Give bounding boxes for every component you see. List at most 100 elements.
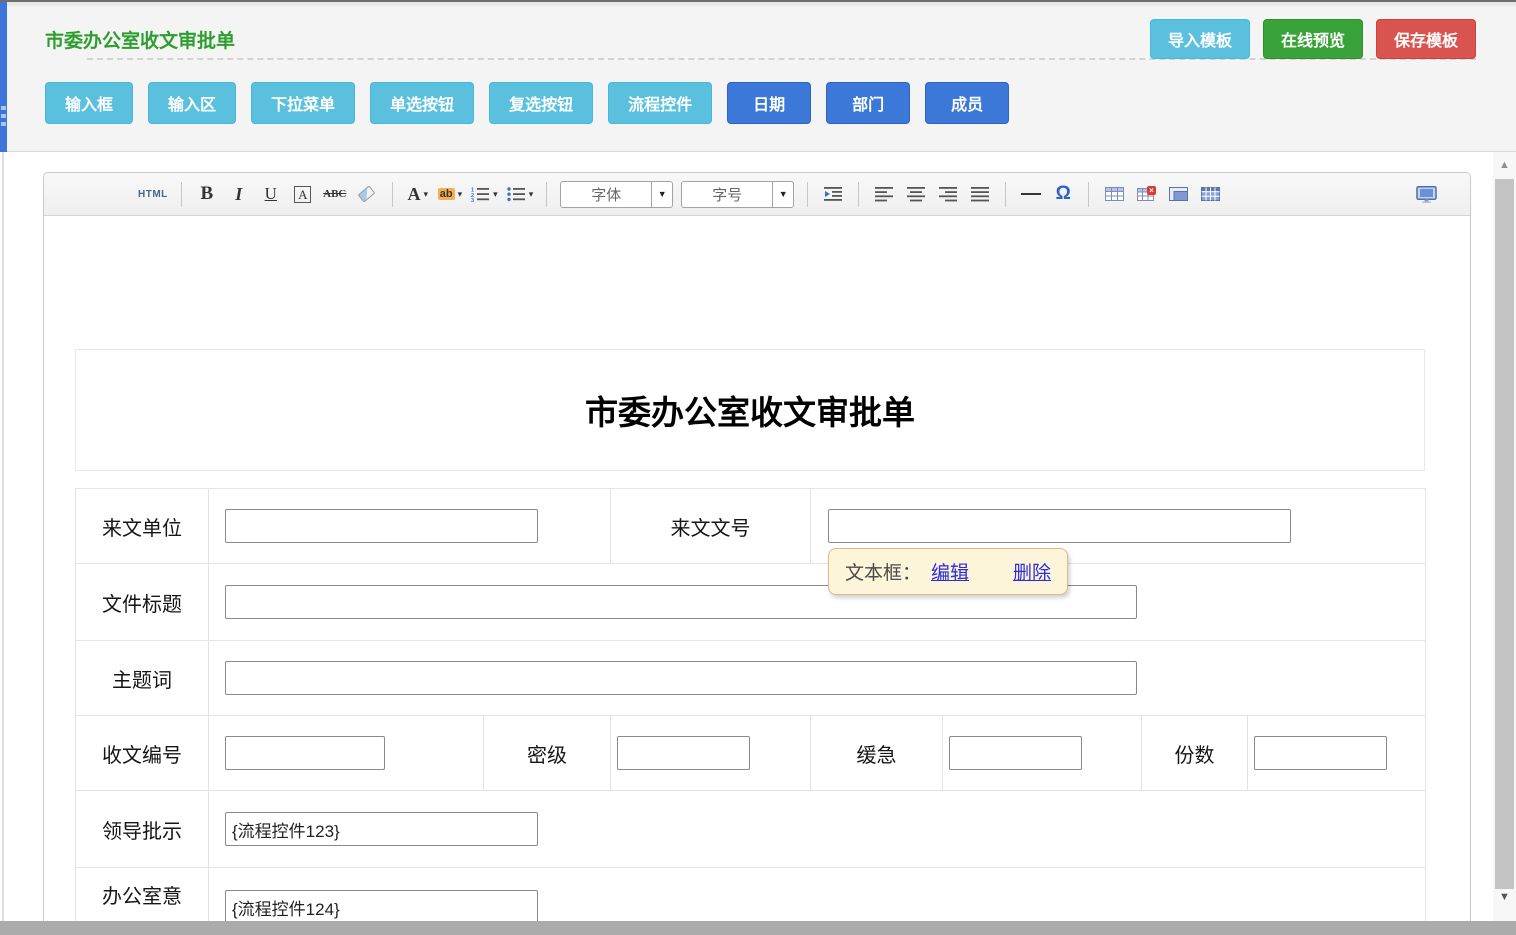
copies-input[interactable] [1254,736,1387,770]
table-properties-button[interactable] [1166,180,1190,208]
font-family-label: 字体 [561,184,651,205]
chevron-down-icon: ▾ [424,189,429,200]
fullscreen-button[interactable] [1414,180,1438,208]
ordered-list-button[interactable]: 1 2 3 ▾ [470,180,498,208]
field-label: 来文文号 [611,489,811,564]
field-label: 主题词 [76,641,209,716]
editor-canvas[interactable]: 市委办公室收文审批单 来文单位 来文文号 文件标题 主题词 [44,216,1470,935]
underline-button[interactable]: U [259,180,283,208]
italic-button[interactable]: I [227,180,251,208]
header-actions: 导入模板 在线预览 保存模板 [1150,19,1476,59]
horizontal-rule-icon [1020,186,1042,202]
table-row: 文件标题 [76,564,1426,641]
insert-flow-control-button[interactable]: 流程控件 [608,82,712,124]
page-title: 市委办公室收文审批单 [45,26,235,53]
inline-style-button[interactable]: A [291,180,315,208]
field-label: 份数 [1142,716,1248,791]
highlight-icon: ab [438,188,455,200]
security-level-input[interactable] [617,736,750,770]
font-color-button[interactable]: A▾ [406,180,430,208]
tooltip-label: 文本框： [845,558,921,585]
incoming-unit-input[interactable] [225,509,538,543]
eraser-icon [358,185,376,202]
align-justify-button[interactable] [968,180,992,208]
cell-properties-button[interactable] [1198,180,1222,208]
bold-button[interactable]: B [195,180,219,208]
align-left-button[interactable] [872,180,896,208]
table-row: 收文编号 密级 缓急 份数 [76,716,1426,791]
align-center-icon [906,186,926,202]
font-size-label: 字号 [682,184,772,205]
toolbar-separator [181,182,182,207]
delete-field-link[interactable]: 删除 [1013,558,1051,585]
leader-instructions-input[interactable] [225,812,538,846]
insert-radio-button[interactable]: 单选按钮 [370,82,474,124]
insert-table-button[interactable] [1102,180,1126,208]
align-left-icon [874,186,894,202]
incoming-doc-number-input[interactable] [828,509,1291,543]
left-border-line [2,152,4,921]
field-label: 收文编号 [76,716,209,791]
font-color-icon: A [408,184,421,205]
highlight-color-button[interactable]: ab▾ [438,180,462,208]
form-table: 来文单位 来文文号 文件标题 主题词 收文编号 密级 [75,488,1426,935]
field-label: 缓急 [811,716,943,791]
font-size-select[interactable]: 字号 ▼ [681,181,794,208]
scroll-down-arrow-icon[interactable]: ▼ [1493,892,1516,903]
delete-table-button[interactable]: × [1134,180,1158,208]
insert-input-box-button[interactable]: 输入框 [45,82,133,124]
table-row: 主题词 [76,641,1426,716]
align-right-button[interactable] [936,180,960,208]
form-title: 市委办公室收文审批单 [75,349,1425,471]
html-source-button[interactable]: HTML [138,180,168,208]
table-row: 领导批示 [76,791,1426,868]
receipt-number-input[interactable] [225,736,385,770]
strikethrough-button[interactable]: ABC [323,180,347,208]
monitor-icon [1416,186,1437,203]
field-label: 领导批示 [76,791,209,868]
align-center-button[interactable] [904,180,928,208]
chevron-down-icon: ▾ [493,189,498,200]
insert-member-button[interactable]: 成员 [925,82,1009,124]
table-row: 来文单位 来文文号 [76,489,1426,564]
save-template-button[interactable]: 保存模板 [1376,19,1476,59]
insert-dropdown-button[interactable]: 下拉菜单 [251,82,355,124]
unordered-list-button[interactable]: ▾ [506,180,534,208]
background-window-strip [0,2,7,152]
chevron-down-icon: ▼ [651,182,672,207]
insert-date-button[interactable]: 日期 [727,82,811,124]
form-template: 市委办公室收文审批单 来文单位 来文文号 文件标题 主题词 [75,349,1425,935]
table-icon [1105,186,1124,202]
subject-words-input[interactable] [225,661,1137,695]
field-label: 文件标题 [76,564,209,641]
insert-input-area-button[interactable]: 输入区 [148,82,236,124]
cell-properties-icon [1201,186,1220,202]
toolbar-separator [1088,182,1089,207]
edit-field-link[interactable]: 编辑 [931,558,969,585]
special-char-button[interactable]: Ω [1051,180,1075,208]
field-label: 来文单位 [76,489,209,564]
office-opinion-input[interactable] [225,890,538,924]
insert-checkbox-button[interactable]: 复选按钮 [489,82,593,124]
horizontal-rule-button[interactable] [1019,180,1043,208]
online-preview-button[interactable]: 在线预览 [1263,19,1363,59]
indent-button[interactable] [821,180,845,208]
chevron-down-icon: ▾ [529,189,534,200]
app-header: 市委办公室收文审批单 导入模板 在线预览 保存模板 输入框 输入区 下拉菜单 单… [0,6,1516,152]
header-title-row: 市委办公室收文审批单 导入模板 在线预览 保存模板 [45,6,1476,53]
insert-department-button[interactable]: 部门 [826,82,910,124]
toolbar-separator [858,182,859,207]
vertical-scrollbar-thumb[interactable] [1495,179,1514,889]
table-delete-icon: × [1137,186,1156,202]
urgency-input[interactable] [949,736,1082,770]
scroll-up-arrow-icon[interactable]: ▲ [1493,160,1516,171]
font-family-select[interactable]: 字体 ▼ [560,181,673,208]
vertical-scrollbar[interactable]: ▲ ▼ [1493,152,1516,921]
import-template-button[interactable]: 导入模板 [1150,19,1250,59]
horizontal-scrollbar[interactable] [0,921,1516,935]
align-right-icon [938,186,958,202]
toolbar-separator [546,182,547,207]
remove-format-button[interactable] [355,180,379,208]
unordered-list-icon [506,186,526,202]
indent-icon [823,186,843,202]
